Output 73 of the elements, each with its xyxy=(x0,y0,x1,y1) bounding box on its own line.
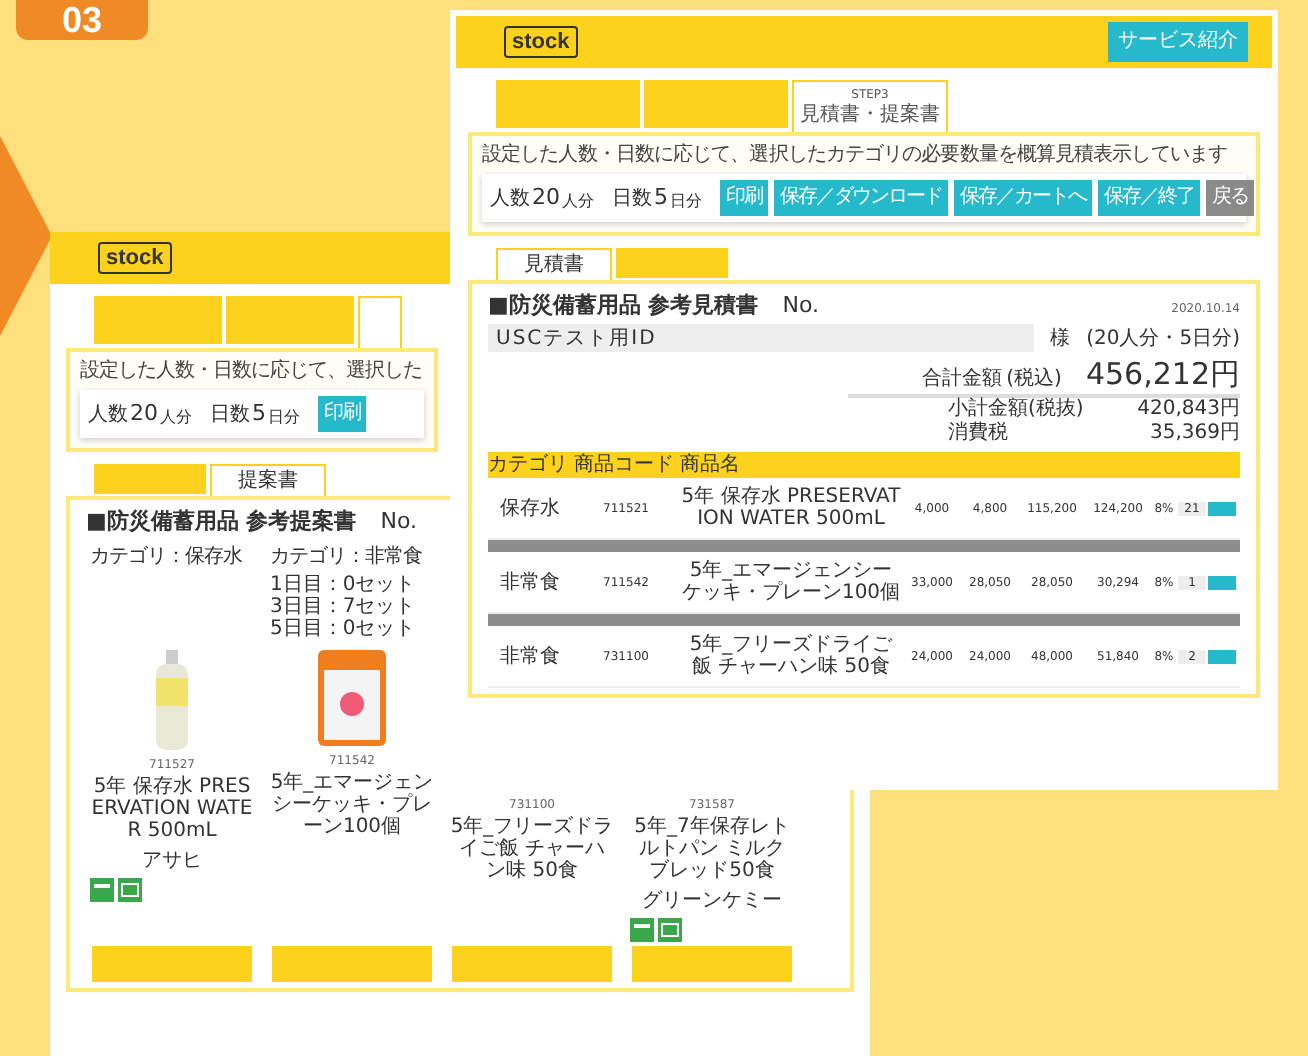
document-tab[interactable] xyxy=(616,248,728,278)
action-button[interactable]: 保存／終了 xyxy=(1098,180,1200,216)
schedule-line: 3日目：7セット xyxy=(270,596,416,618)
document-title: ■防災備蓄用品 参考見積書 xyxy=(488,290,759,320)
param-label: 人数 xyxy=(88,402,128,428)
subtotal-value: 35,369円 xyxy=(1150,422,1240,446)
schedule-line: 1日目：0セット xyxy=(270,574,416,596)
param-value: 20 xyxy=(532,184,560,210)
document-tab[interactable]: 提案書 xyxy=(210,464,326,496)
schedule-line: 5日目：0セット xyxy=(270,618,416,640)
bottle-photo-placeholder xyxy=(150,650,194,750)
param-unit: 日分 xyxy=(670,190,698,212)
param-value: 20 xyxy=(130,400,158,426)
document-tab[interactable] xyxy=(94,464,206,494)
step-number: 03 xyxy=(16,0,148,40)
step-tab[interactable] xyxy=(94,296,222,344)
table-cell-text: 保存水 xyxy=(498,495,562,522)
step-tab[interactable] xyxy=(358,296,402,348)
table-cell: 5年 保存水 PRESERVATION WATER 500mL xyxy=(680,486,902,530)
param-value: 5 xyxy=(252,400,266,426)
maker-name: グリーンケミー xyxy=(642,888,782,914)
print-button[interactable]: 印刷 xyxy=(318,396,366,432)
table-cell-text: 非常食 xyxy=(498,643,562,670)
product-name: 5年_エマージェンシーケッキ・プレーン100個 xyxy=(270,772,434,838)
row-action-button[interactable] xyxy=(1208,575,1236,589)
action-button[interactable]: 保存／カートへ xyxy=(954,180,1092,216)
action-button[interactable]: 保存／ダウンロード xyxy=(774,180,948,216)
action-button[interactable]: 戻る xyxy=(1206,180,1254,216)
row-action-button[interactable] xyxy=(1208,649,1236,663)
document-number-label: No. xyxy=(782,292,819,318)
param-unit: 人分 xyxy=(562,190,590,212)
document-tab[interactable]: 見積書 xyxy=(496,248,612,280)
total-amount: 456,212円 xyxy=(1085,356,1240,394)
param-unit: 人分 xyxy=(160,406,188,428)
param-label: 日数 xyxy=(612,186,652,212)
chevron-arrow-icon xyxy=(0,136,56,336)
subtotal-label: 小計金額(税抜) xyxy=(948,398,1084,421)
document-title: ■防災備蓄用品 参考提案書 xyxy=(86,506,357,536)
tax-note: (税込) xyxy=(1006,365,1062,392)
column-header: 商品名 xyxy=(680,453,742,477)
step-tab[interactable] xyxy=(496,80,640,128)
param-unit: 日分 xyxy=(268,406,296,428)
service-button[interactable]: サービス紹介 xyxy=(1108,22,1248,62)
product-name: 5年 保存水 PRESERVATION WATER 500mL xyxy=(90,776,254,842)
logo: stock xyxy=(98,242,172,274)
package-photo-placeholder xyxy=(318,650,386,746)
category-label: カテゴリ：非常食 xyxy=(270,543,422,570)
logo: stock xyxy=(504,26,578,58)
subtotal-value: 420,843円 xyxy=(1137,398,1240,422)
action-button[interactable]: 印刷 xyxy=(720,180,768,216)
product-name: 5年_フリーズドライご飯 チャーハン味 50食 xyxy=(450,816,614,882)
category-label: カテゴリ：保存水 xyxy=(90,543,242,570)
subtotal-label: 消費税 xyxy=(948,422,1008,446)
product-name: 5年_7年保存レトルトパン ミルクブレッド50食 xyxy=(632,816,792,882)
step-tab[interactable] xyxy=(644,80,788,128)
row-action-button[interactable] xyxy=(1208,501,1236,515)
table-cell: 5年_エマージェンシーケッキ・プレーン100個 xyxy=(680,560,902,604)
description-text: 設定した人数・日数に応じて、選択したカテゴリの必要数量を概算見積表示しています xyxy=(482,142,1227,168)
column-header: カテゴリ xyxy=(488,453,570,477)
param-label: 人数 xyxy=(490,186,530,212)
maker-name: アサヒ xyxy=(142,848,202,874)
customer-name: USCテスト用ID xyxy=(488,324,1035,352)
table-cell-text: 非常食 xyxy=(498,569,562,596)
table-cell-text: 5年_フリーズドライご飯 チャーハン味 50食 xyxy=(687,634,895,678)
param-value: 5 xyxy=(654,184,668,210)
param-label: 日数 xyxy=(210,402,250,428)
document-number-label: No. xyxy=(380,508,417,534)
description-text: 設定した人数・日数に応じて、選択した xyxy=(80,358,422,384)
column-header: 商品コード xyxy=(574,453,676,477)
scope-text: (20人分・5日分) xyxy=(1086,326,1240,352)
honorific-text: 様 xyxy=(1050,325,1071,352)
step-tab[interactable] xyxy=(226,296,354,344)
total-label: 合計金額 xyxy=(922,365,1003,392)
